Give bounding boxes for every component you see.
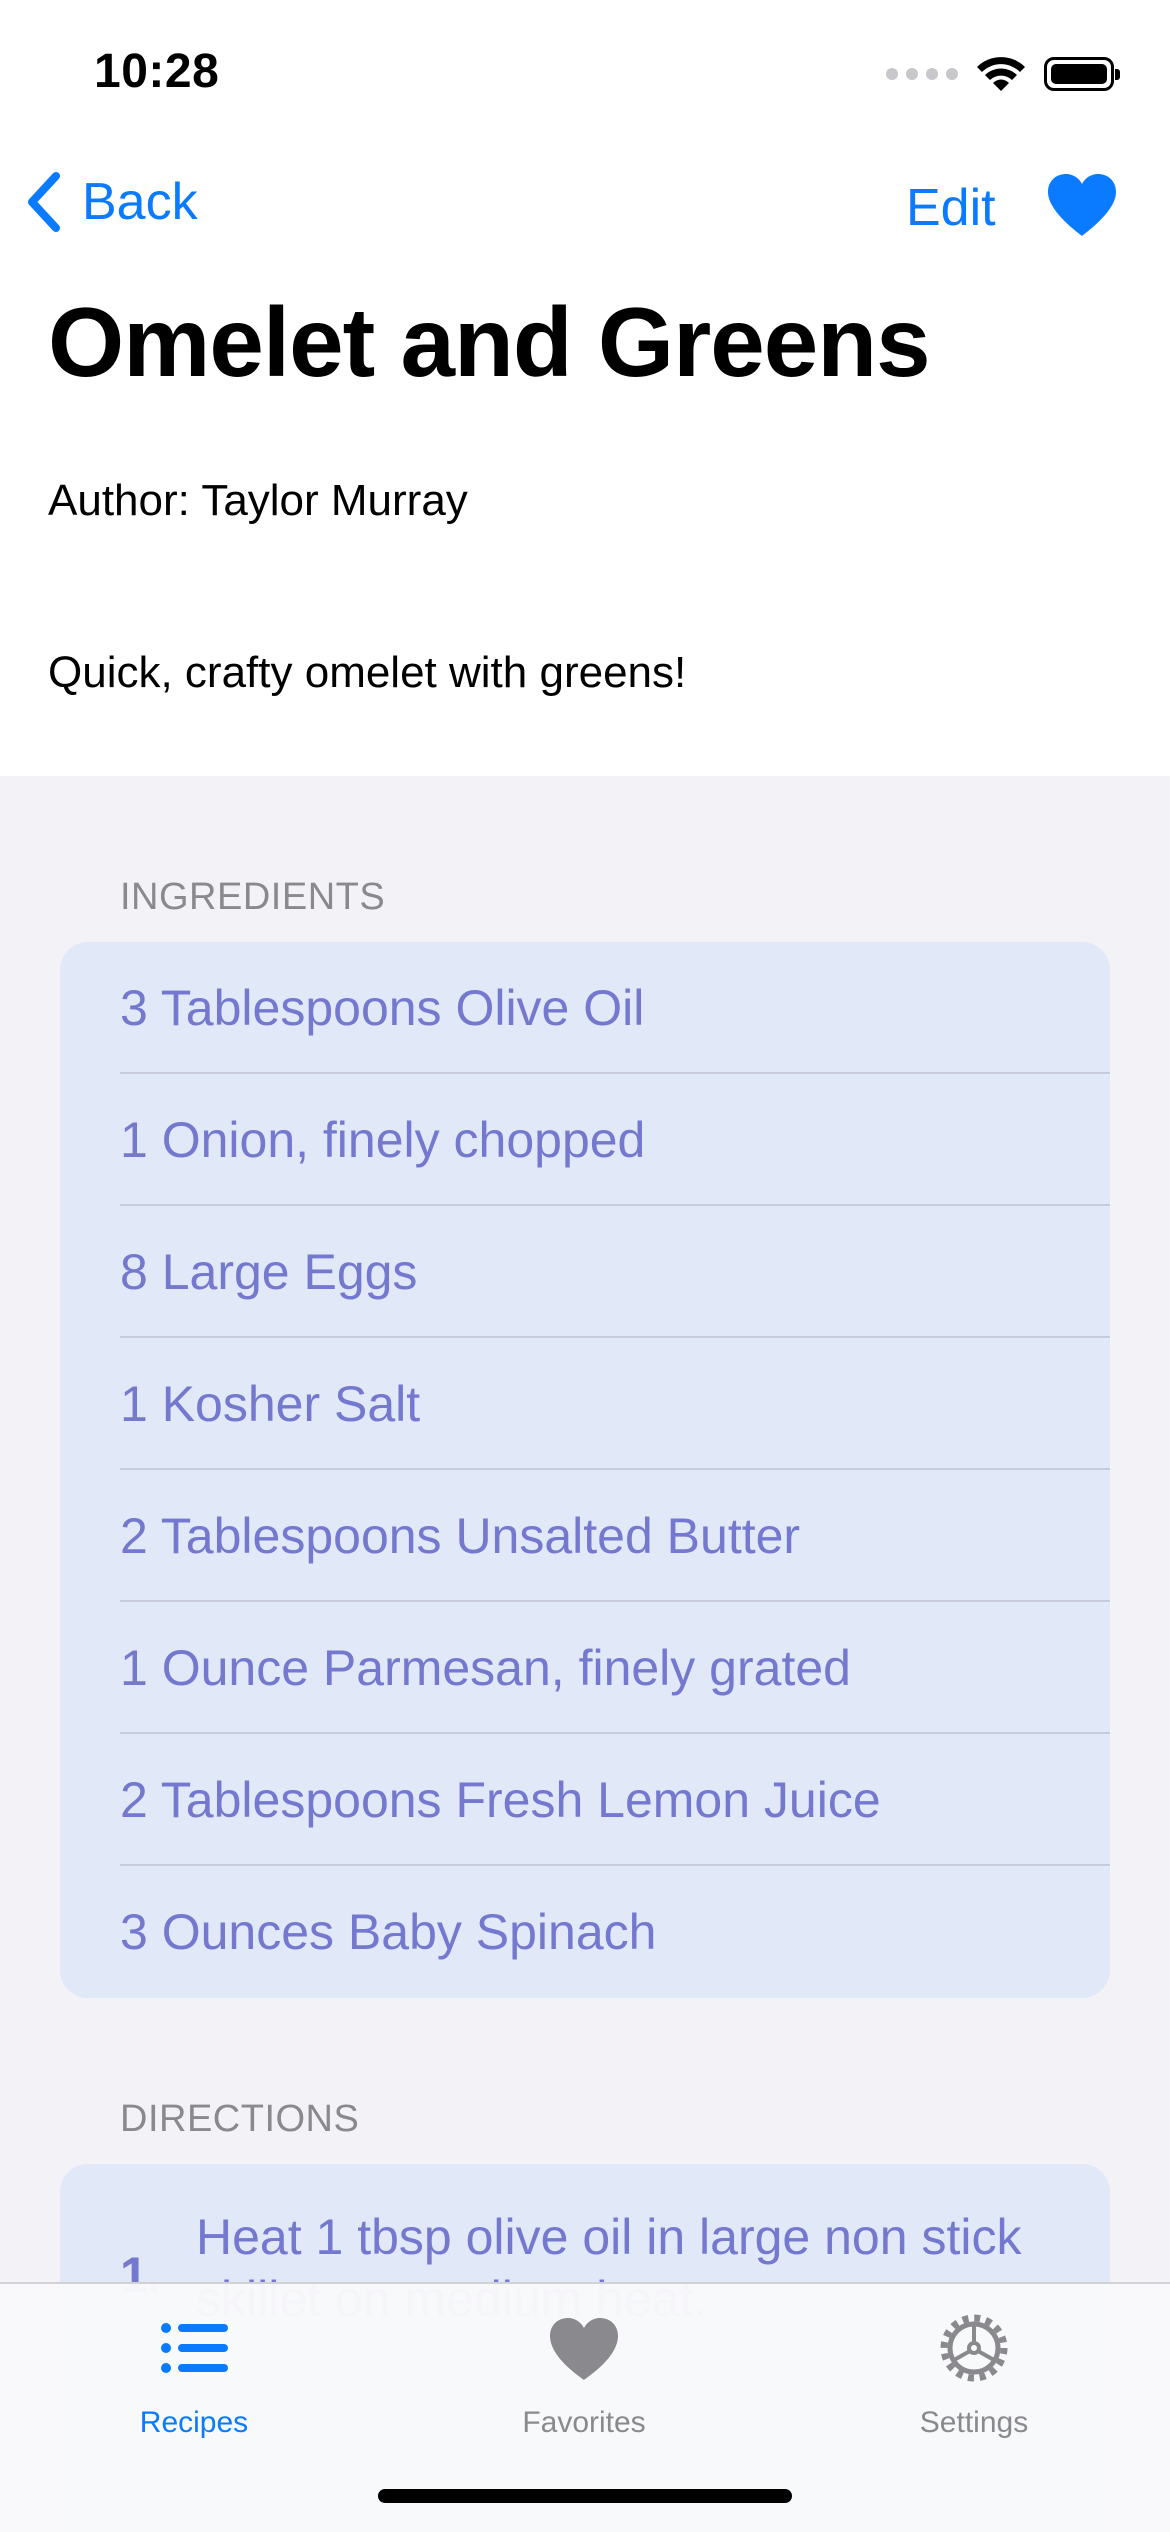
back-button[interactable]: Back (24, 172, 198, 232)
ingredient-row[interactable]: 3 Tablespoons Olive Oil (60, 942, 1110, 1074)
ingredient-row[interactable]: 1 Kosher Salt (60, 1338, 1110, 1470)
recipe-detail-screen: 10:28 Back Edit Omelet and Greens Author… (0, 0, 1170, 2532)
tab-favorites-label: Favorites (522, 2406, 646, 2439)
recipe-author: Author: Taylor Murray (48, 476, 468, 526)
ingredient-row[interactable]: 1 Onion, finely chopped (60, 1074, 1110, 1206)
recipe-description: Quick, crafty omelet with greens! (48, 648, 687, 697)
cellular-signal-icon (886, 68, 958, 80)
list-icon (161, 2323, 228, 2373)
ingredients-card: 3 Tablespoons Olive Oil 1 Onion, finely … (60, 942, 1110, 1998)
ingredient-row[interactable]: 2 Tablespoons Unsalted Butter (60, 1470, 1110, 1602)
directions-header: DIRECTIONS (120, 2098, 360, 2140)
ingredient-row[interactable]: 1 Ounce Parmesan, finely grated (60, 1602, 1110, 1734)
home-indicator (378, 2489, 792, 2503)
recipe-header-area: 10:28 Back Edit Omelet and Greens Author… (0, 0, 1170, 776)
ingredient-row[interactable]: 2 Tablespoons Fresh Lemon Juice (60, 1734, 1110, 1866)
author-name: Taylor Murray (201, 476, 468, 525)
gear-icon (940, 2314, 1008, 2382)
recipe-title: Omelet and Greens (48, 287, 931, 397)
status-time: 10:28 (94, 45, 220, 98)
author-label: Author: (48, 476, 190, 525)
tab-recipes-label: Recipes (139, 2406, 249, 2439)
battery-icon (1044, 57, 1120, 91)
favorite-heart-icon[interactable] (1046, 172, 1118, 238)
tab-recipes[interactable]: Recipes (44, 2308, 344, 2468)
heart-icon (550, 2318, 618, 2380)
ingredients-list: 3 Tablespoons Olive Oil 1 Onion, finely … (60, 942, 1110, 1998)
ingredient-row[interactable]: 3 Ounces Baby Spinach (60, 1866, 1110, 1998)
tab-favorites[interactable]: Favorites (434, 2308, 734, 2468)
edit-button[interactable]: Edit (906, 178, 996, 238)
ingredient-row[interactable]: 8 Large Eggs (60, 1206, 1110, 1338)
tab-settings-label: Settings (919, 2406, 1029, 2439)
tab-settings[interactable]: Settings (824, 2308, 1124, 2468)
wifi-icon (977, 57, 1025, 91)
status-icons (886, 52, 1120, 96)
ingredients-header: INGREDIENTS (120, 876, 386, 918)
back-button-label: Back (82, 173, 198, 231)
chevron-left-icon (28, 172, 60, 232)
